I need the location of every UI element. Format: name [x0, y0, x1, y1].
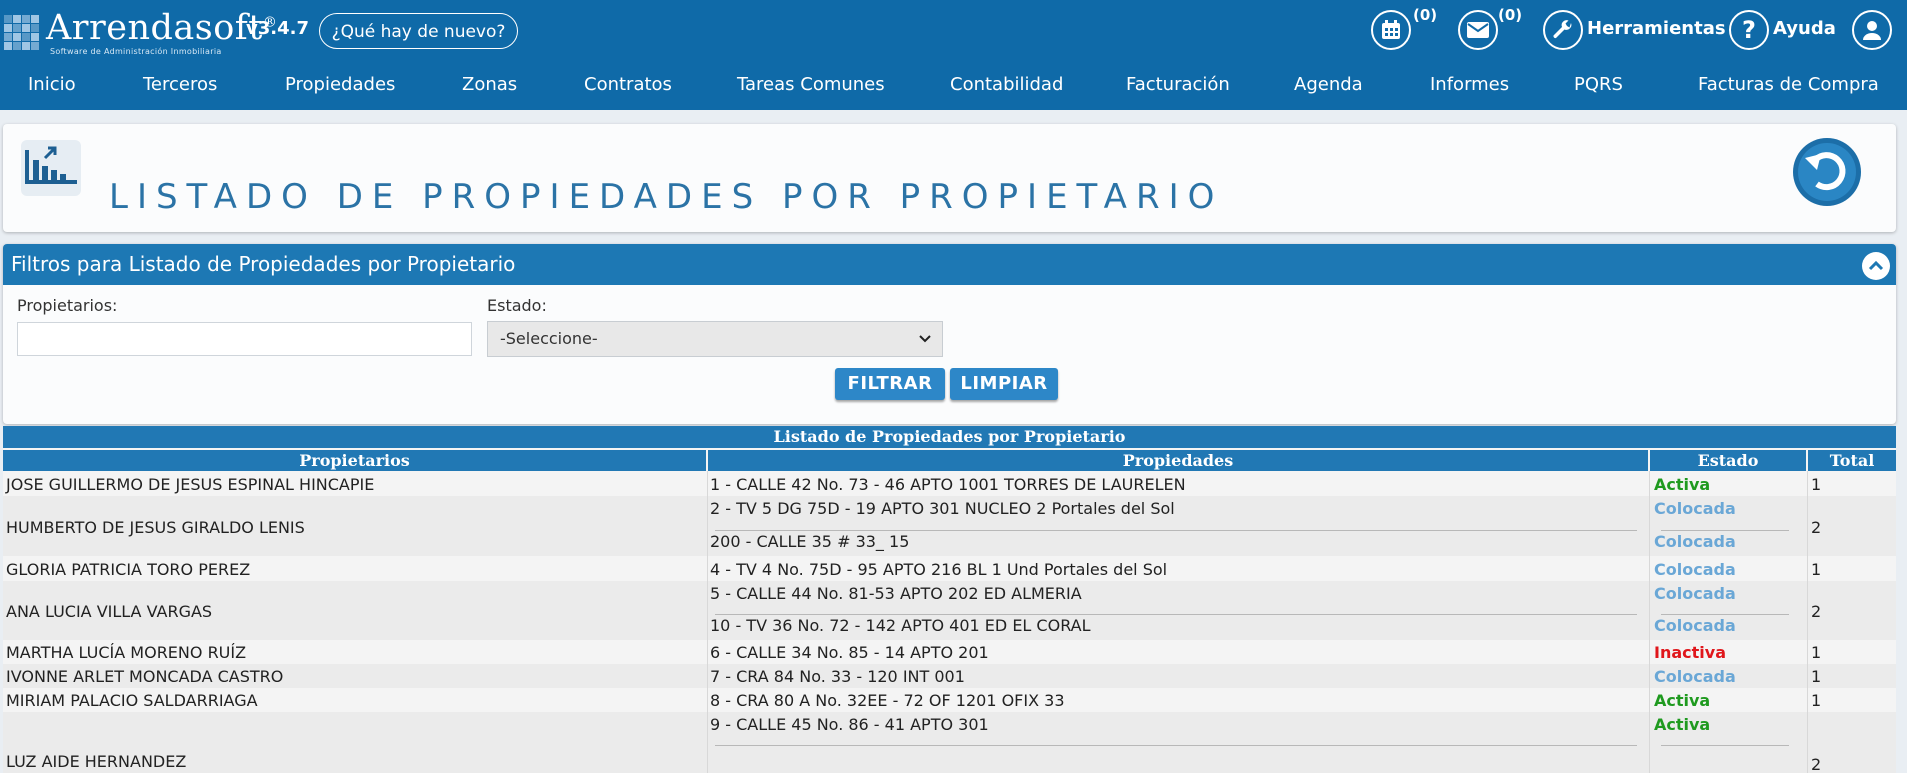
owner-cell: GLORIA PATRICIA TORO PEREZ — [6, 560, 251, 579]
total-cell: 2 — [1811, 602, 1822, 621]
page-title: LISTADO DE PROPIEDADES POR PROPIETARIO — [109, 176, 1224, 217]
help-label: Ayuda — [1773, 18, 1836, 39]
nav-tareas-comunes[interactable]: Tareas Comunes — [737, 74, 885, 95]
state-cell: Colocada — [1654, 667, 1736, 686]
state-label: Estado: — [487, 296, 547, 315]
filters-title: Filtros para Listado de Propiedades por … — [11, 252, 516, 276]
state-cell: Activa — [1654, 475, 1711, 494]
results-table: Listado de Propiedades por Propietario P… — [3, 426, 1896, 773]
property-cell[interactable]: 2 - TV 5 DG 75D - 19 APTO 301 NUCLEO 2 P… — [710, 499, 1175, 518]
state-select-value: -Seleccione- — [500, 329, 598, 348]
state-cell: Colocada — [1654, 616, 1736, 635]
back-button[interactable] — [1791, 136, 1863, 208]
nav-informes[interactable]: Informes — [1430, 74, 1509, 95]
clear-button[interactable]: LIMPIAR — [950, 368, 1058, 400]
page-header: LISTADO DE PROPIEDADES POR PROPIETARIO — [3, 124, 1896, 232]
nav-contabilidad[interactable]: Contabilidad — [950, 74, 1063, 95]
nav-inicio[interactable]: Inicio — [28, 74, 76, 95]
help-menu[interactable]: ? Ayuda — [1729, 10, 1839, 50]
user-menu[interactable] — [1852, 10, 1892, 50]
calendar-icon — [1371, 10, 1411, 50]
app-version: v3.4.7 — [246, 18, 309, 39]
tools-menu[interactable]: Herramientas — [1543, 10, 1726, 50]
chevron-up-icon — [1868, 260, 1884, 271]
logo-grid-icon — [4, 15, 40, 51]
owner-cell: IVONNE ARLET MONCADA CASTRO — [6, 667, 284, 686]
col-header-properties: Propiedades — [708, 450, 1648, 471]
nav-agenda[interactable]: Agenda — [1294, 74, 1363, 95]
total-cell: 1 — [1811, 560, 1822, 579]
tools-label: Herramientas — [1587, 18, 1726, 39]
owner-cell: ANA LUCIA VILLA VARGAS — [6, 602, 213, 621]
nav-facturacion[interactable]: Facturación — [1126, 74, 1230, 95]
state-select[interactable]: -Seleccione- — [487, 321, 943, 357]
state-cell: Colocada — [1654, 560, 1736, 579]
total-cell: 2 — [1811, 518, 1822, 537]
filters-header: Filtros para Listado de Propiedades por … — [3, 244, 1896, 285]
nav-contratos[interactable]: Contratos — [584, 74, 672, 95]
chevron-down-icon — [918, 322, 932, 369]
nav-pqrs[interactable]: PQRS — [1574, 74, 1623, 95]
state-cell: Activa — [1654, 691, 1711, 710]
nav-facturas-de-compra[interactable]: Facturas de Compra — [1698, 74, 1879, 95]
total-cell: 1 — [1811, 667, 1822, 686]
state-cell: Colocada — [1654, 499, 1736, 518]
nav-zonas[interactable]: Zonas — [462, 74, 517, 95]
property-cell[interactable]: 7 - CRA 84 No. 33 - 120 INT 001 — [710, 667, 965, 686]
collapse-button[interactable] — [1862, 252, 1890, 280]
total-cell: 1 — [1811, 643, 1822, 662]
owner-cell: MARTHA LUCÍA MORENO RUÍZ — [6, 643, 247, 662]
filters-panel: Filtros para Listado de Propiedades por … — [3, 244, 1896, 424]
col-header-owners: Propietarios — [3, 450, 706, 471]
owner-cell: MIRIAM PALACIO SALDARRIAGA — [6, 691, 258, 710]
top-bar: Arrendasoft® Software de Administración … — [0, 0, 1907, 110]
app-name: Arrendasoft® — [46, 8, 278, 48]
property-cell[interactable]: 4 - TV 4 No. 75D - 95 APTO 216 BL 1 Und … — [710, 560, 1167, 579]
messages-count: (0) — [1498, 6, 1523, 24]
state-cell: Colocada — [1654, 532, 1736, 551]
property-cell[interactable]: 5 - CALLE 44 No. 81-53 APTO 202 ED ALMER… — [710, 584, 1082, 603]
main-nav: Inicio Terceros Propiedades Zonas Contra… — [0, 68, 1907, 102]
owner-cell: HUMBERTO DE JESUS GIRALDO LENIS — [6, 518, 305, 537]
nav-terceros[interactable]: Terceros — [143, 74, 217, 95]
back-arrow-icon — [1793, 138, 1861, 206]
report-chart-icon — [17, 136, 87, 200]
property-cell[interactable]: 9 - CALLE 45 No. 86 - 41 APTO 301 — [710, 715, 989, 734]
filter-button[interactable]: FILTRAR — [835, 368, 945, 400]
calendar-count: (0) — [1413, 6, 1438, 24]
owners-input[interactable] — [17, 322, 472, 356]
property-cell[interactable]: 6 - CALLE 34 No. 85 - 14 APTO 201 — [710, 643, 989, 662]
app-subtitle: Software de Administración Inmobiliaria — [50, 47, 222, 56]
property-cell[interactable]: 200 - CALLE 35 # 33_ 15 — [710, 532, 909, 551]
total-cell: 2 — [1811, 755, 1822, 773]
col-header-state: Estado — [1650, 450, 1806, 471]
table-caption: Listado de Propiedades por Propietario — [3, 426, 1896, 448]
envelope-icon — [1458, 10, 1498, 50]
property-cell[interactable]: 1 - CALLE 42 No. 73 - 46 APTO 1001 TORRE… — [710, 475, 1186, 494]
owner-cell: LUZ AIDE HERNANDEZ — [6, 752, 187, 771]
wrench-icon — [1543, 10, 1583, 50]
total-cell: 1 — [1811, 475, 1822, 494]
state-cell: Colocada — [1654, 584, 1736, 603]
col-header-total: Total — [1808, 450, 1896, 471]
property-cell[interactable]: 10 - TV 36 No. 72 - 142 APTO 401 ED EL C… — [710, 616, 1091, 635]
owner-cell: JOSE GUILLERMO DE JESUS ESPINAL HINCAPIE — [6, 475, 375, 494]
owners-label: Propietarios: — [17, 296, 118, 315]
total-cell: 1 — [1811, 691, 1822, 710]
nav-propiedades[interactable]: Propiedades — [285, 74, 395, 95]
state-cell: Inactiva — [1654, 643, 1726, 662]
question-icon: ? — [1729, 10, 1769, 50]
whats-new-button[interactable]: ¿Qué hay de nuevo? — [319, 13, 518, 49]
user-icon — [1852, 10, 1892, 50]
state-cell: Activa — [1654, 715, 1711, 734]
property-cell[interactable]: 8 - CRA 80 A No. 32EE - 72 OF 1201 OFIX … — [710, 691, 1065, 710]
